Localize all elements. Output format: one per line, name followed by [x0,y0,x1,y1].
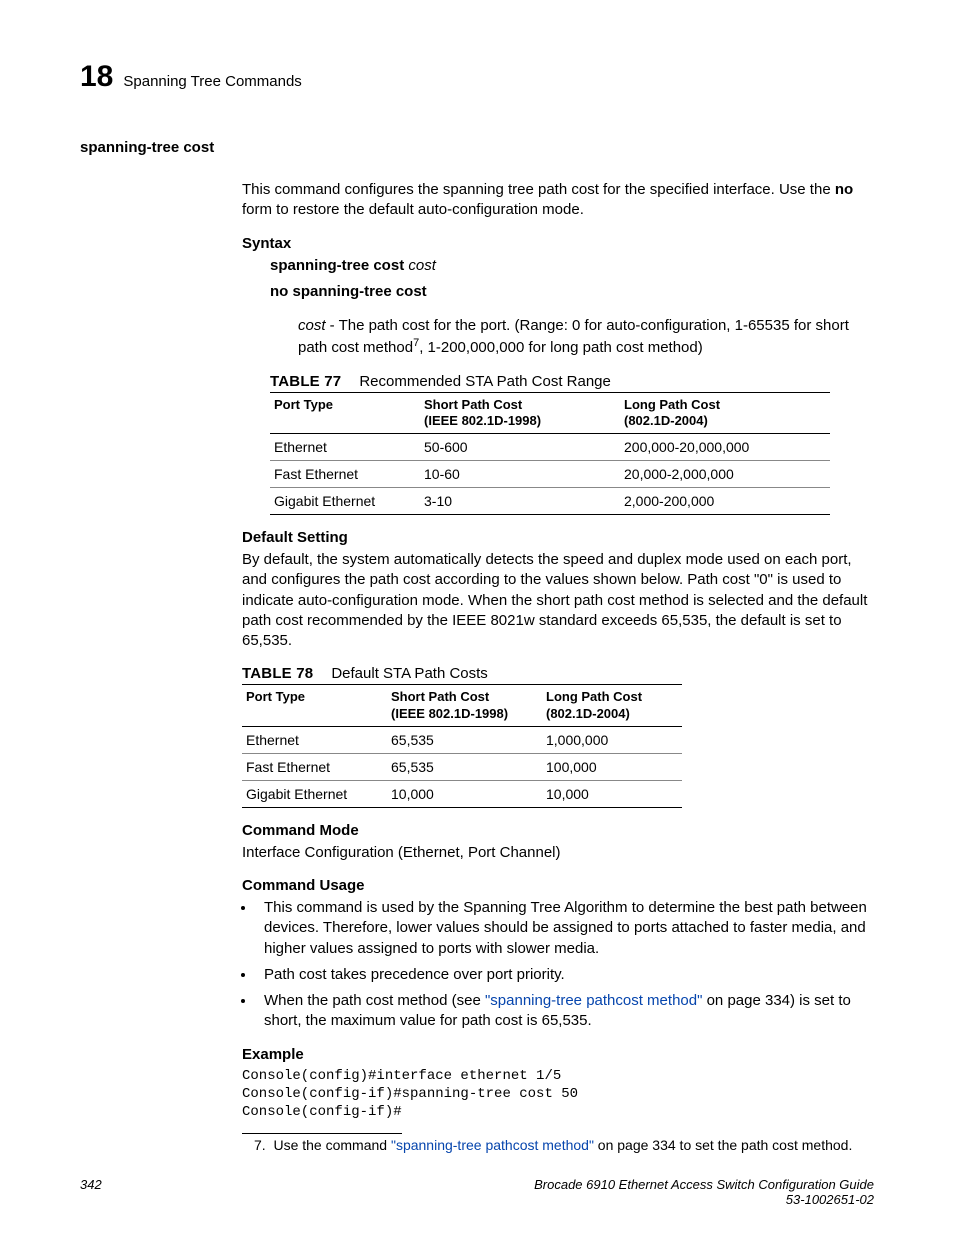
intro-text-b: form to restore the default auto-configu… [242,201,584,218]
page-number: 342 [80,1177,102,1207]
chapter-number: 18 [80,60,113,94]
example-code: Console(config)#interface ethernet 1/5 C… [242,1067,874,1122]
t78-h3: Long Path Cost(802.1D-2004) [542,685,682,727]
fn-num: 7. [254,1137,266,1153]
table-77-caption: Recommended STA Path Cost Range [359,373,611,390]
list-item: This command is used by the Spanning Tre… [256,898,874,959]
doc-id: 53-1002651-02 [534,1192,874,1207]
table-78-label: TABLE 78 [242,665,313,682]
table-row: Ethernet65,5351,000,000 [242,726,682,753]
table-row: Fast Ethernet10-6020,000-2,000,000 [270,461,830,488]
syntax-line1-cmd: spanning-tree cost [270,257,404,274]
section-title: spanning-tree cost [80,139,874,156]
doc-title: Brocade 6910 Ethernet Access Switch Conf… [534,1177,874,1192]
table-row: Gigabit Ethernet10,00010,000 [242,780,682,807]
command-mode-text: Interface Configuration (Ethernet, Port … [242,843,874,863]
t78-h2: Short Path Cost(IEEE 802.1D-1998) [387,685,542,727]
table-78-caption: Default STA Path Costs [331,665,487,682]
fn-post: on page 334 to set the path cost method. [594,1137,852,1153]
syntax-heading: Syntax [242,235,874,252]
list-item: When the path cost method (see "spanning… [256,991,874,1032]
list-item: Path cost takes precedence over port pri… [256,965,874,985]
footnote-rule [242,1133,402,1134]
table-row: Fast Ethernet65,535100,000 [242,753,682,780]
table-row: Gigabit Ethernet3-102,000-200,000 [270,488,830,515]
intro-no-keyword: no [835,181,853,198]
footnote-7: 7. Use the command "spanning-tree pathco… [242,1136,874,1155]
command-mode-heading: Command Mode [242,822,874,839]
default-setting-text: By default, the system automatically det… [242,550,874,651]
t77-h2: Short Path Cost(IEEE 802.1D-1998) [420,392,620,434]
fn-pre: Use the command [273,1137,391,1153]
t77-h1: Port Type [270,392,420,434]
link-pathcost-method-fn[interactable]: "spanning-tree pathcost method" [391,1137,594,1153]
table-row: Ethernet50-600200,000-20,000,000 [270,434,830,461]
intro-paragraph: This command configures the spanning tre… [242,180,874,221]
intro-text-a: This command configures the spanning tre… [242,181,835,198]
table-77: TABLE 77Recommended STA Path Cost Range … [242,373,874,516]
syntax-line2: no spanning-tree cost [270,282,874,302]
table-78: TABLE 78 Default STA Path Costs Port Type… [242,665,874,808]
page-footer: 342 Brocade 6910 Ethernet Access Switch … [80,1177,874,1207]
t77-h3: Long Path Cost(802.1D-2004) [620,392,830,434]
command-usage-heading: Command Usage [242,877,874,894]
default-setting-heading: Default Setting [242,529,874,546]
param-desc-b: , 1-200,000,000 for long path cost metho… [419,339,703,356]
example-heading: Example [242,1046,874,1063]
page-header: 18 Spanning Tree Commands [80,60,874,94]
t78-h1: Port Type [242,685,387,727]
link-pathcost-method[interactable]: "spanning-tree pathcost method" [485,992,702,1009]
syntax-param-desc: cost - The path cost for the port. (Rang… [298,316,874,359]
table-77-label: TABLE 77 [270,373,341,390]
command-usage-list: This command is used by the Spanning Tre… [256,898,874,1032]
chapter-title: Spanning Tree Commands [123,73,301,90]
syntax-line1-arg: cost [404,257,436,274]
param-name: cost [298,317,326,334]
